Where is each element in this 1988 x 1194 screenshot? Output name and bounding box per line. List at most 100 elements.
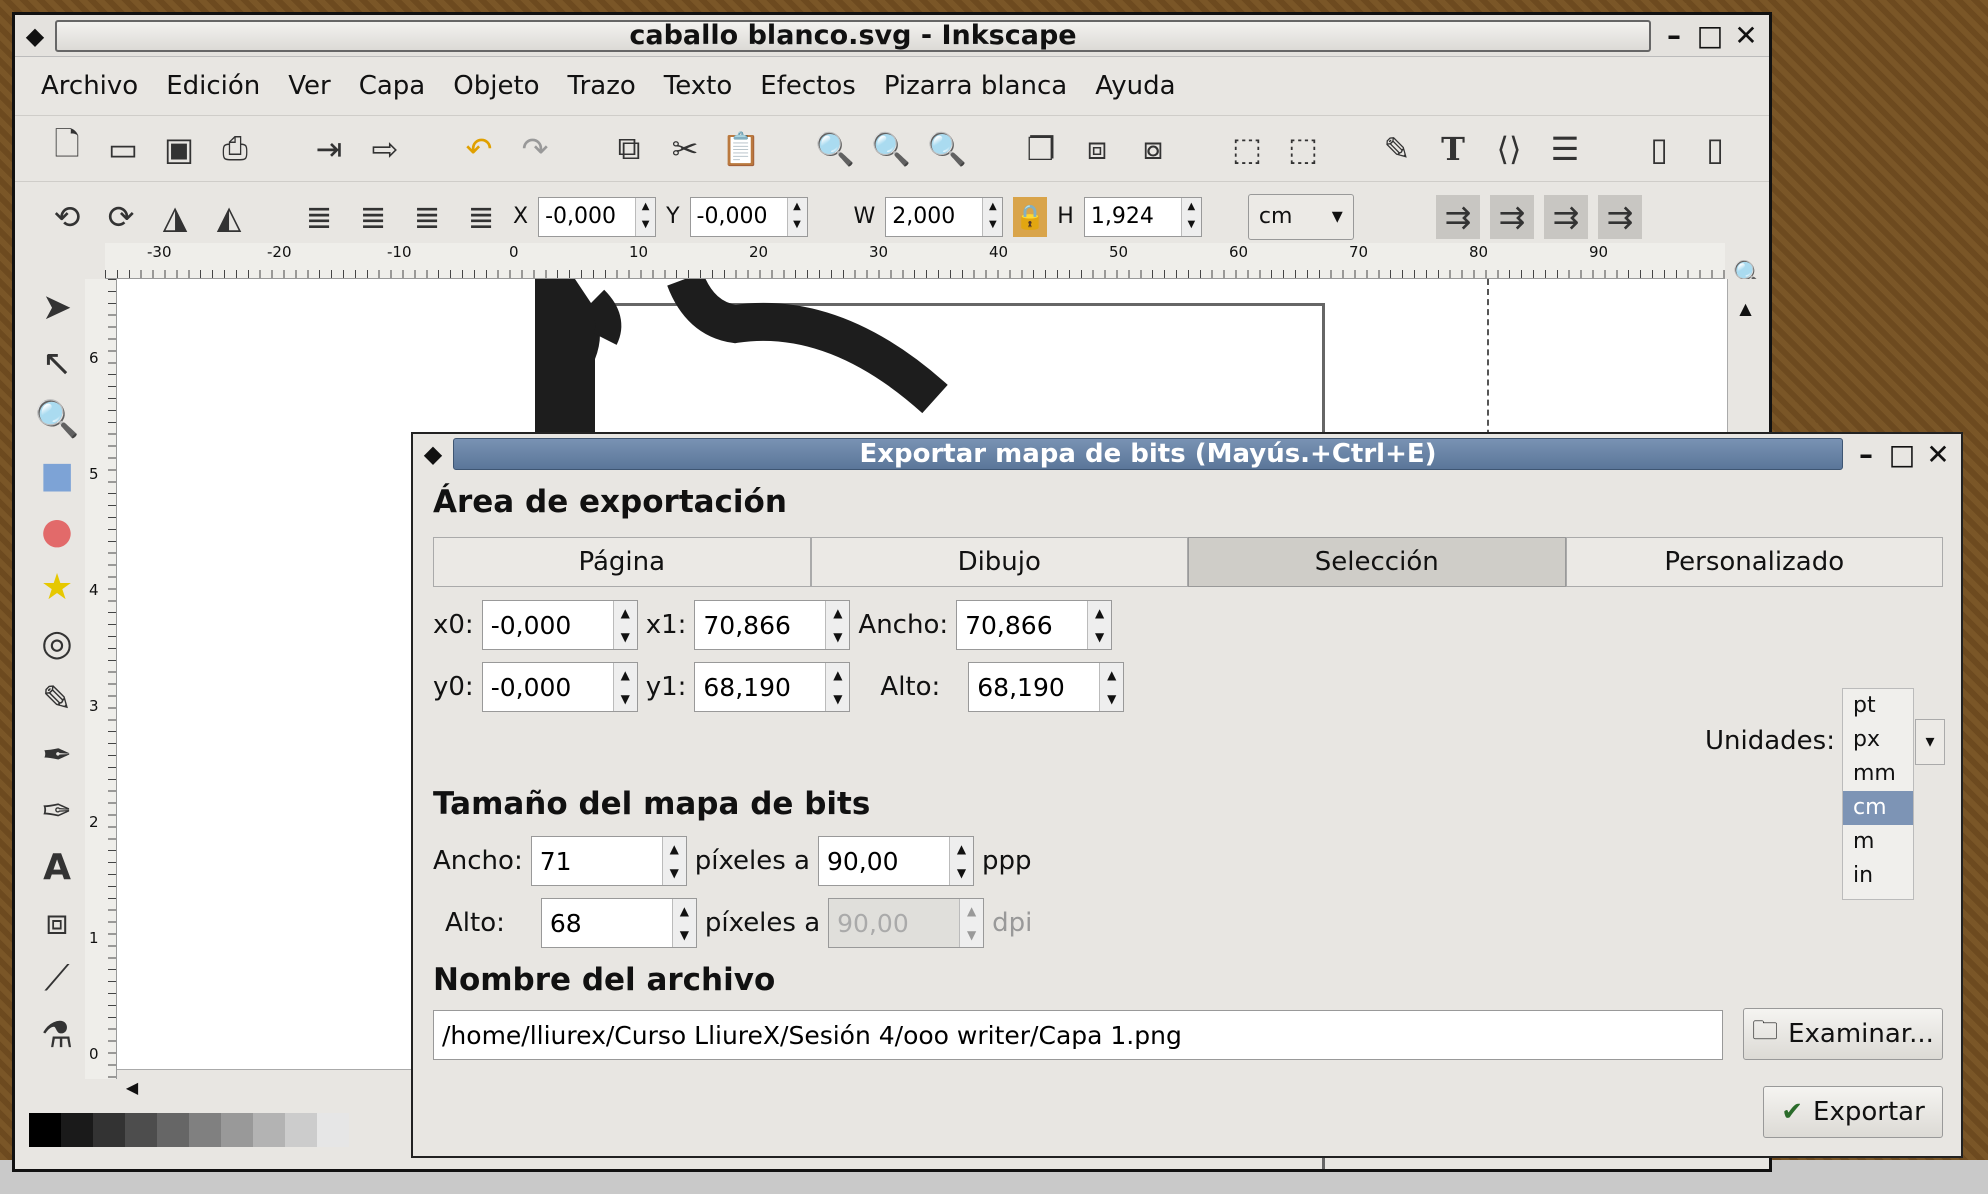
- zoom-selection-icon[interactable]: 🔍: [813, 127, 857, 171]
- maximize-icon[interactable]: □: [1695, 19, 1725, 52]
- bitmap-height-field[interactable]: ▲▼: [540, 898, 697, 948]
- pen-tool-icon[interactable]: ✒: [35, 733, 79, 777]
- tab-seleccion[interactable]: Selección: [1188, 537, 1566, 587]
- rectangle-tool-icon[interactable]: ■: [35, 453, 79, 497]
- y1-field[interactable]: ▲▼: [694, 662, 851, 712]
- flip-vertical-icon[interactable]: ◭: [207, 195, 251, 239]
- menu-ver[interactable]: Ver: [288, 71, 330, 101]
- preferences-icon[interactable]: ▯: [1637, 127, 1681, 171]
- export-button[interactable]: ✔ Exportar: [1763, 1086, 1943, 1138]
- scale-stroke-icon[interactable]: ⇉: [1435, 194, 1480, 239]
- swatch[interactable]: [221, 1113, 253, 1147]
- menu-efectos[interactable]: Efectos: [760, 71, 856, 101]
- rotate-cw-icon[interactable]: ⟳: [99, 195, 143, 239]
- menu-texto[interactable]: Texto: [664, 71, 733, 101]
- swatch[interactable]: [29, 1113, 61, 1147]
- raise-icon[interactable]: ≣: [351, 195, 395, 239]
- close-icon[interactable]: ✕: [1731, 19, 1761, 52]
- swatch[interactable]: [157, 1113, 189, 1147]
- menu-pizarra-blanca[interactable]: Pizarra blanca: [884, 71, 1067, 101]
- redo-icon[interactable]: ↷: [513, 127, 557, 171]
- inkscape-logo-icon[interactable]: ◆: [15, 22, 55, 50]
- width-spin-arrows[interactable]: ▲ ▼: [1087, 601, 1112, 649]
- new-document-icon[interactable]: 🗋: [45, 125, 89, 171]
- rotate-ccw-icon[interactable]: ⟲: [45, 195, 89, 239]
- duplicate-icon[interactable]: ❐: [1019, 127, 1063, 171]
- unlink-clone-icon[interactable]: ⧇: [1131, 127, 1175, 171]
- unit-select[interactable]: cm ▾: [1247, 193, 1354, 240]
- node-tool-icon[interactable]: ↖: [35, 341, 79, 385]
- inkscape-logo-icon[interactable]: ◆: [413, 440, 453, 468]
- zoom-page-icon[interactable]: 🔍: [925, 127, 969, 171]
- width-input[interactable]: [957, 601, 1088, 649]
- group-icon[interactable]: ⬚: [1225, 127, 1269, 171]
- unit-option-px[interactable]: px: [1843, 723, 1913, 757]
- paste-icon[interactable]: 📋: [719, 127, 763, 171]
- print-icon[interactable]: ⎙: [213, 127, 257, 171]
- browse-button[interactable]: 🗀 Examinar...: [1743, 1008, 1943, 1060]
- menu-objeto[interactable]: Objeto: [453, 71, 539, 101]
- y1-spin-arrows[interactable]: ▲ ▼: [825, 663, 850, 711]
- horizontal-ruler[interactable]: -30 -20 -10 0 10 20 30 40 50 60 70 80 90: [105, 243, 1725, 279]
- menu-trazo[interactable]: Trazo: [568, 71, 636, 101]
- xml-editor-icon[interactable]: ⟨⟩: [1487, 127, 1531, 171]
- flip-horizontal-icon[interactable]: ◮: [153, 195, 197, 239]
- y-spin-arrows[interactable]: ▲ ▼: [786, 197, 807, 236]
- dropper-tool-icon[interactable]: ⚗: [35, 1013, 79, 1057]
- transform-gradients-icon[interactable]: ⇉: [1543, 194, 1588, 239]
- spiral-tool-icon[interactable]: ◎: [35, 621, 79, 665]
- tab-dibujo[interactable]: Dibujo: [810, 537, 1188, 587]
- x1-input[interactable]: [695, 601, 826, 649]
- unit-option-pt[interactable]: pt: [1843, 689, 1913, 723]
- zoom-tool-icon[interactable]: 🔍: [35, 397, 80, 441]
- unit-option-mm[interactable]: mm: [1843, 757, 1913, 791]
- lock-icon[interactable]: 🔒: [1013, 196, 1048, 237]
- undo-icon[interactable]: ↶: [457, 127, 501, 171]
- vertical-ruler[interactable]: 6 5 4 3 2 1 0: [85, 279, 117, 1079]
- ellipse-tool-icon[interactable]: ●: [35, 509, 79, 553]
- y0-input[interactable]: [482, 663, 613, 711]
- minimize-icon[interactable]: –: [1659, 19, 1689, 52]
- close-icon[interactable]: ✕: [1923, 438, 1953, 471]
- save-icon[interactable]: ▣: [157, 127, 201, 171]
- scroll-left-icon[interactable]: ◀: [117, 1071, 147, 1105]
- calligraphy-tool-icon[interactable]: ✑: [35, 789, 79, 833]
- bitmap-width-input[interactable]: [531, 837, 662, 885]
- x-spin-arrows[interactable]: ▲ ▼: [635, 197, 656, 236]
- connector-tool-icon[interactable]: ⧈: [35, 901, 79, 945]
- transform-patterns-icon[interactable]: ⇉: [1597, 194, 1642, 239]
- height-input[interactable]: [969, 663, 1100, 711]
- x1-spin-arrows[interactable]: ▲ ▼: [825, 601, 850, 649]
- height-field[interactable]: ▲▼: [968, 662, 1125, 712]
- pencil-tool-icon[interactable]: ✎: [35, 677, 79, 721]
- raise-to-top-icon[interactable]: ≣: [297, 195, 341, 239]
- unit-option-cm[interactable]: cm: [1843, 791, 1913, 825]
- text-font-icon[interactable]: T: [1431, 127, 1475, 171]
- gradient-tool-icon[interactable]: ⟋: [35, 957, 79, 1001]
- x0-input[interactable]: [482, 601, 613, 649]
- scale-corners-icon[interactable]: ⇉: [1489, 194, 1534, 239]
- dpi-x-input[interactable]: [819, 837, 949, 885]
- text-tool-icon[interactable]: A: [35, 845, 79, 889]
- menu-archivo[interactable]: Archivo: [41, 71, 138, 101]
- y-input[interactable]: [690, 204, 787, 229]
- filename-field[interactable]: [433, 1010, 1723, 1060]
- tab-personalizado[interactable]: Personalizado: [1565, 537, 1943, 587]
- width-field[interactable]: ▲▼: [956, 600, 1113, 650]
- bitmap-width-spin-arrows[interactable]: ▲ ▼: [661, 837, 686, 885]
- h-spin-arrows[interactable]: ▲ ▼: [1180, 197, 1201, 236]
- y0-field[interactable]: ▲▼: [481, 662, 638, 712]
- dpi-x-field[interactable]: ▲▼: [818, 836, 974, 886]
- w-spin-arrows[interactable]: ▲ ▼: [982, 197, 1003, 236]
- swatch[interactable]: [61, 1113, 93, 1147]
- scroll-up-icon[interactable]: ▲: [1728, 299, 1763, 318]
- clone-icon[interactable]: ⧈: [1075, 127, 1119, 171]
- w-input[interactable]: [886, 204, 983, 229]
- swatch[interactable]: [93, 1113, 125, 1147]
- y0-spin-arrows[interactable]: ▲ ▼: [612, 663, 637, 711]
- unit-option-m[interactable]: m: [1843, 825, 1913, 859]
- unit-option-in[interactable]: in: [1843, 859, 1913, 893]
- lower-icon[interactable]: ≣: [405, 195, 449, 239]
- bitmap-width-field[interactable]: ▲▼: [530, 836, 687, 886]
- dpi-x-spin-arrows[interactable]: ▲ ▼: [949, 837, 973, 885]
